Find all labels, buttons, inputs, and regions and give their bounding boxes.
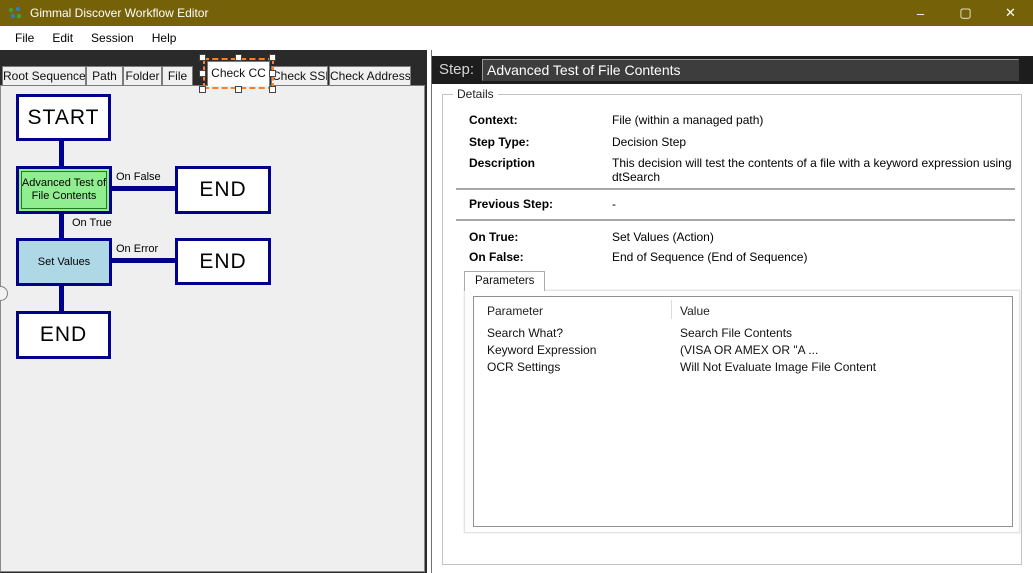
connector-to-final-end	[59, 286, 64, 311]
node-end-on-error[interactable]: END	[175, 238, 271, 285]
menu-file[interactable]: File	[6, 27, 43, 49]
edge-label-on-false: On False	[116, 171, 161, 183]
close-button[interactable]: ✕	[988, 0, 1033, 26]
separator	[456, 188, 1015, 190]
parameters-tab-page: Parameter Value Search What? Search File…	[464, 290, 1020, 533]
tab-path[interactable]: Path	[86, 66, 123, 85]
value-cell[interactable]: Search File Contents	[680, 326, 792, 340]
node-end-final[interactable]: END	[16, 311, 111, 359]
previous-step-value: -	[612, 197, 616, 211]
tab-check-cc[interactable]: Check CC	[207, 61, 270, 86]
step-title-input[interactable]	[482, 59, 1019, 81]
column-header-value[interactable]: Value	[680, 304, 710, 318]
selection-handle[interactable]	[235, 86, 242, 93]
selection-handle[interactable]	[199, 54, 206, 61]
menu-help[interactable]: Help	[143, 27, 186, 49]
selection-handle[interactable]	[235, 54, 242, 61]
step-details-panel: Step: Details Context: File (within a ma…	[431, 50, 1033, 573]
tab-check-address[interactable]: Check Address	[329, 66, 411, 85]
maximize-button[interactable]: ▢	[943, 0, 988, 26]
param-cell[interactable]: Search What?	[487, 326, 563, 340]
step-label: Step:	[439, 56, 474, 84]
value-cell[interactable]: Will Not Evaluate Image File Content	[680, 360, 876, 374]
description-value: This decision will test the contents of …	[612, 156, 1033, 184]
step-header-bar: Step:	[432, 56, 1033, 84]
context-label: Context:	[469, 113, 518, 127]
parameters-list[interactable]: Parameter Value Search What? Search File…	[473, 296, 1013, 527]
node-end-on-false[interactable]: END	[175, 166, 271, 214]
selection-handle[interactable]	[199, 70, 206, 77]
splitter-handle[interactable]	[0, 286, 8, 301]
connector-on-false	[112, 186, 175, 191]
node-start[interactable]: START	[16, 94, 111, 141]
tab-file[interactable]: File	[162, 66, 193, 85]
menu-session[interactable]: Session	[82, 27, 143, 49]
window-controls: – ▢ ✕	[898, 0, 1033, 26]
column-header-parameter[interactable]: Parameter	[487, 304, 543, 318]
param-cell[interactable]: Keyword Expression	[487, 343, 596, 357]
step-type-label: Step Type:	[469, 135, 529, 149]
workflow-canvas[interactable]: START Advanced Test of File Contents On …	[0, 85, 425, 572]
step-type-value: Decision Step	[612, 135, 686, 149]
separator	[456, 219, 1015, 221]
minimize-button[interactable]: –	[898, 0, 943, 26]
edge-label-on-error: On Error	[116, 243, 158, 255]
menu-bar: File Edit Session Help	[0, 26, 1033, 50]
selection-handle[interactable]	[269, 86, 276, 93]
app-icon	[7, 5, 23, 21]
edge-label-on-true: On True	[72, 217, 112, 229]
details-groupbox: Details Context: File (within a managed …	[442, 94, 1022, 565]
connector-on-true	[59, 214, 64, 238]
on-false-value: End of Sequence (End of Sequence)	[612, 250, 807, 264]
on-false-label: On False:	[469, 250, 524, 264]
column-separator	[671, 300, 672, 319]
node-advanced-test[interactable]: Advanced Test of File Contents	[16, 166, 112, 214]
selection-handle[interactable]	[199, 86, 206, 93]
on-true-label: On True:	[469, 230, 518, 244]
details-groupbox-label: Details	[453, 87, 498, 101]
title-bar: Gimmal Discover Workflow Editor – ▢ ✕	[0, 0, 1033, 26]
previous-step-label: Previous Step:	[469, 197, 553, 211]
tab-check-ssn[interactable]: Check SSN	[271, 66, 328, 85]
window-title: Gimmal Discover Workflow Editor	[30, 6, 208, 20]
value-cell[interactable]: (VISA OR AMEX OR "A ...	[680, 343, 818, 357]
description-label: Description	[469, 156, 535, 170]
context-value: File (within a managed path)	[612, 113, 763, 127]
selection-handle[interactable]	[269, 54, 276, 61]
param-cell[interactable]: OCR Settings	[487, 360, 560, 374]
tab-root-sequence[interactable]: Root Sequence	[2, 66, 86, 85]
connector-start-to-decision	[59, 141, 64, 166]
node-set-values[interactable]: Set Values	[16, 238, 112, 286]
menu-edit[interactable]: Edit	[43, 27, 82, 49]
tab-folder[interactable]: Folder	[123, 66, 162, 85]
selection-handle[interactable]	[269, 70, 276, 77]
on-true-value: Set Values (Action)	[612, 230, 714, 244]
app-window: Gimmal Discover Workflow Editor – ▢ ✕ Fi…	[0, 0, 1033, 573]
connector-on-error	[112, 258, 175, 263]
parameters-tab[interactable]: Parameters	[464, 271, 545, 291]
workflow-tab-control: Root Sequence Path Folder File Check CC …	[0, 50, 427, 573]
